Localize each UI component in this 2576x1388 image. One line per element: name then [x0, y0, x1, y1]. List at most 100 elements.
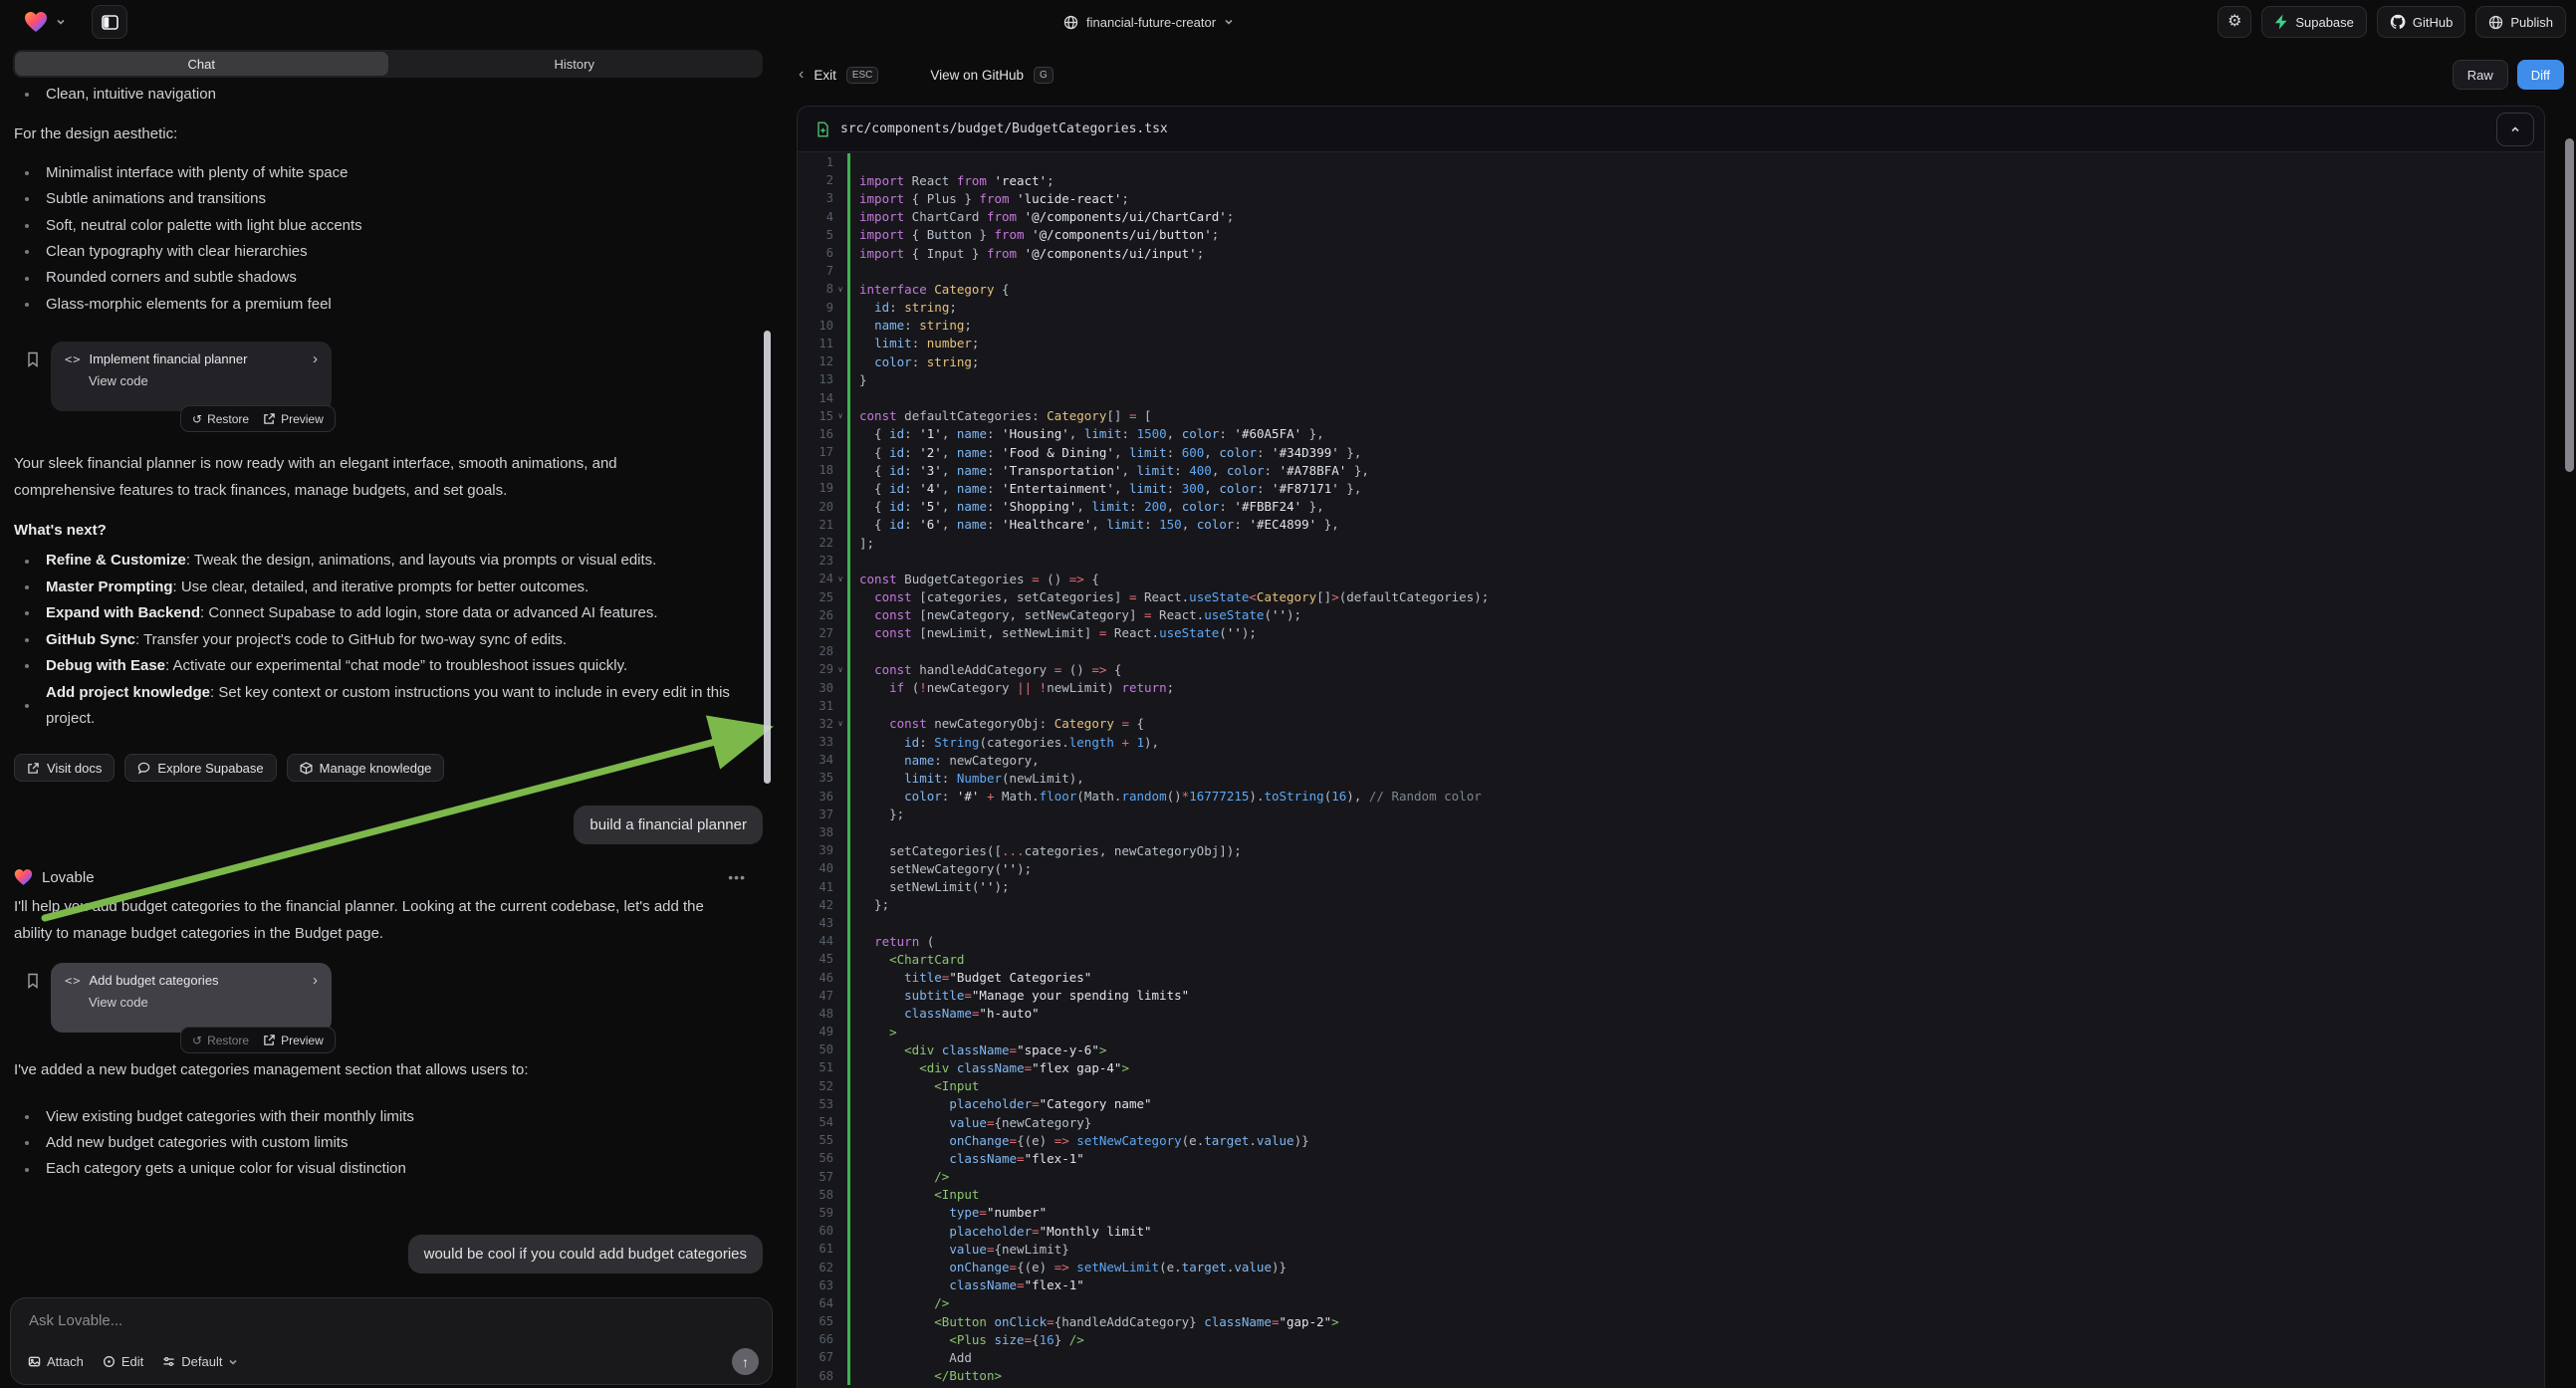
sliders-icon	[162, 1355, 175, 1368]
code-line: 14	[798, 388, 2544, 406]
code-text: import { Input } from '@/components/ui/i…	[859, 246, 1204, 261]
exit-button[interactable]: Exit	[814, 68, 836, 83]
tab-chat[interactable]: Chat	[15, 52, 388, 76]
line-number: 53	[798, 1097, 833, 1111]
project-switcher[interactable]: financial-future-creator	[1063, 0, 1234, 44]
visit-docs-button[interactable]: Visit docs	[14, 754, 115, 782]
diff-added-bar	[847, 1023, 850, 1041]
manage-knowledge-button[interactable]: Manage knowledge	[287, 754, 445, 782]
message-menu-button[interactable]: •••	[728, 869, 746, 885]
list-item: Soft, neutral color palette with light b…	[14, 213, 763, 239]
restore-button[interactable]: ↺ Restore	[192, 1034, 249, 1047]
view-on-github-button[interactable]: View on GitHub	[930, 68, 1024, 83]
line-number: 46	[798, 971, 833, 985]
diff-added-bar	[847, 841, 850, 859]
preview-button[interactable]: Preview	[263, 412, 324, 426]
code-text: className="h-auto"	[859, 1006, 1040, 1021]
code-text: subtitle="Manage your spending limits"	[859, 988, 1189, 1003]
tab-history[interactable]: History	[388, 52, 762, 76]
list-item: Refine & Customize: Tweak the design, an…	[14, 548, 763, 574]
design-bullet-list: Minimalist interface with plenty of whit…	[14, 160, 763, 318]
publish-button[interactable]: Publish	[2475, 6, 2566, 38]
collapse-file-button[interactable]	[2496, 113, 2534, 146]
fold-toggle-icon[interactable]: ∨	[833, 285, 847, 294]
code-line: 15∨const defaultCategories: Category[] =…	[798, 407, 2544, 425]
bullet-dot	[25, 560, 29, 564]
diff-added-bar	[847, 1258, 850, 1275]
list-item: Clean, intuitive navigation	[14, 82, 763, 108]
assistant-header: Lovable •••	[14, 868, 763, 886]
image-icon	[28, 1355, 41, 1368]
assistant-message: I've added a new budget categories manag…	[14, 1057, 711, 1083]
bookmark-icon[interactable]	[25, 973, 41, 989]
fold-toggle-icon[interactable]: ∨	[833, 575, 847, 583]
edit-button[interactable]: Edit	[103, 1354, 143, 1369]
restore-button[interactable]: ↺ Restore	[192, 412, 249, 426]
code-line: 8∨interface Category {	[798, 280, 2544, 298]
chat-scrollbar[interactable]	[764, 331, 771, 784]
code-icon: <>	[65, 352, 81, 366]
supabase-button[interactable]: Supabase	[2261, 6, 2367, 38]
code-text: };	[859, 897, 889, 912]
code-line: 68 </Button>	[798, 1367, 2544, 1385]
settings-button[interactable]: ⚙	[2218, 6, 2251, 38]
list-item-text: Refine & Customize: Tweak the design, an…	[46, 548, 656, 574]
main-split: Chat History Clean, intuitive navigation…	[0, 44, 2576, 1388]
diff-added-bar	[847, 769, 850, 787]
preview-button[interactable]: Preview	[263, 1034, 324, 1047]
code-text: placeholder="Monthly limit"	[859, 1224, 1152, 1239]
bullet-dot	[25, 277, 29, 281]
line-number: 22	[798, 536, 833, 550]
code-line: 49 >	[798, 1023, 2544, 1041]
bookmark-icon[interactable]	[25, 351, 41, 367]
code-line: 4import ChartCard from '@/components/ui/…	[798, 208, 2544, 226]
toggle-sidebar-button[interactable]	[92, 5, 127, 39]
github-button[interactable]: GitHub	[2377, 6, 2465, 38]
list-item: Each category gets a unique color for vi…	[14, 1156, 763, 1182]
code-editor[interactable]: 12import React from 'react';3import { Pl…	[798, 152, 2544, 1388]
diff-added-bar	[847, 1131, 850, 1149]
top-bar: financial-future-creator ⚙ Supabase GitH…	[0, 0, 2576, 44]
line-number: 67	[798, 1350, 833, 1364]
code-line: 50 <div className="space-y-6">	[798, 1041, 2544, 1058]
code-text: { id: '1', name: 'Housing', limit: 1500,…	[859, 426, 1324, 441]
lovable-logo-icon[interactable]	[24, 11, 48, 33]
diff-added-bar	[847, 171, 850, 189]
diff-added-bar	[847, 244, 850, 262]
line-number: 9	[798, 301, 833, 315]
view-code-link[interactable]: View code	[89, 373, 318, 388]
fold-toggle-icon[interactable]: ∨	[833, 411, 847, 420]
view-code-link[interactable]: View code	[89, 995, 318, 1010]
fold-toggle-icon[interactable]: ∨	[833, 665, 847, 674]
esc-kbd-badge: ESC	[846, 67, 879, 84]
code-line: 21 { id: '6', name: 'Healthcare', limit:…	[798, 516, 2544, 534]
composer-toolbar: Attach Edit Default ↑	[28, 1348, 759, 1375]
attach-button[interactable]: Attach	[28, 1354, 84, 1369]
version-card-row: <> Implement financial planner › View co…	[25, 342, 763, 431]
send-button[interactable]: ↑	[732, 1348, 759, 1375]
version-card-implement-financial-planner[interactable]: <> Implement financial planner › View co…	[51, 342, 332, 411]
restore-icon: ↺	[192, 413, 202, 425]
code-text: <Plus size={16} />	[859, 1332, 1084, 1347]
diff-added-bar	[847, 1294, 850, 1312]
chevron-down-icon[interactable]	[56, 17, 66, 27]
chat-input[interactable]: Ask Lovable...	[11, 1298, 772, 1329]
line-number: 19	[798, 481, 833, 495]
mode-select[interactable]: Default	[162, 1354, 238, 1369]
suggestion-buttons: Visit docs Explore Supabase Manage knowl…	[14, 754, 763, 782]
code-file-card: src/components/budget/BudgetCategories.t…	[797, 106, 2545, 1388]
line-number: 59	[798, 1206, 833, 1220]
explore-supabase-button[interactable]: Explore Supabase	[124, 754, 276, 782]
line-number: 43	[798, 916, 833, 930]
fold-toggle-icon[interactable]: ∨	[833, 719, 847, 728]
code-text: limit: Number(newLimit),	[859, 771, 1084, 786]
chat-composer[interactable]: Ask Lovable... Attach Edit Default	[10, 1297, 773, 1385]
diff-toggle-button[interactable]: Diff	[2517, 60, 2564, 90]
code-line: 43	[798, 914, 2544, 932]
file-header[interactable]: src/components/budget/BudgetCategories.t…	[798, 107, 2544, 152]
version-card-header: <> Implement financial planner ›	[65, 351, 318, 366]
code-scrollbar[interactable]	[2565, 138, 2574, 472]
code-line: 48 className="h-auto"	[798, 1005, 2544, 1023]
raw-toggle-button[interactable]: Raw	[2453, 60, 2508, 90]
version-card-add-budget-categories[interactable]: <> Add budget categories › View code	[51, 963, 332, 1033]
